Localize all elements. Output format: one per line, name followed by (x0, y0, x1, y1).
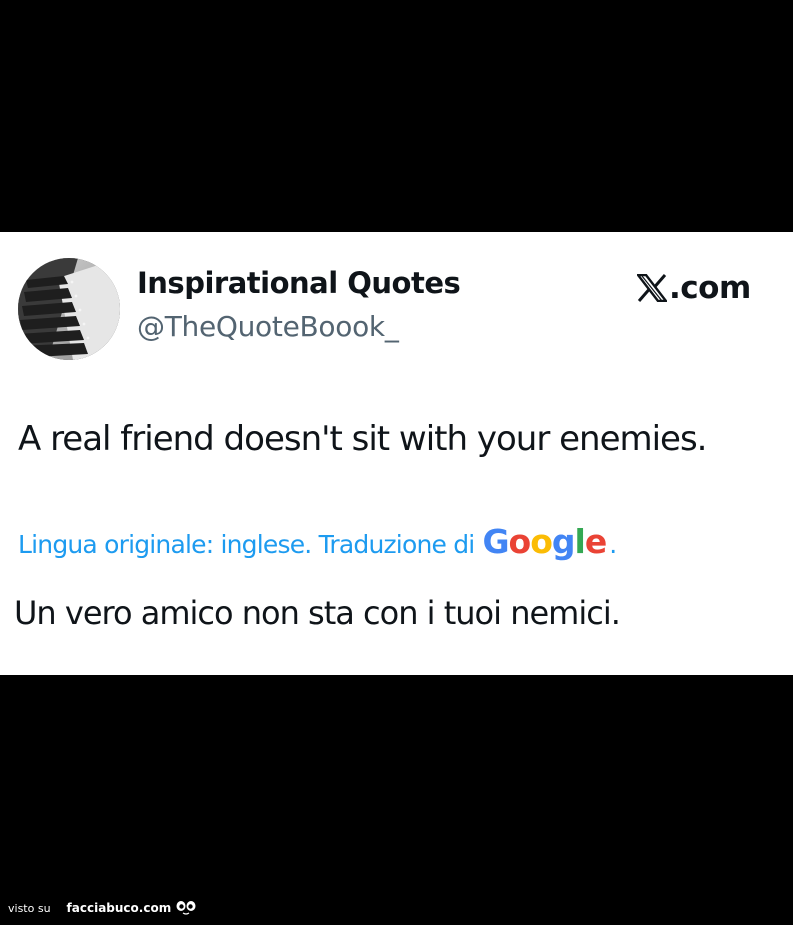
avatar-staircase-image (18, 258, 120, 360)
translated-text: Un vero amico non sta con i tuoi nemici. (14, 594, 621, 632)
author-display-name[interactable]: Inspirational Quotes (137, 266, 461, 300)
watermark-site: facciabuco.com (66, 901, 172, 915)
translation-trailing-dot: . (609, 530, 618, 559)
google-logo: Google (482, 522, 607, 561)
x-logo-icon (637, 274, 667, 302)
eyes-icon (176, 901, 196, 915)
translation-notice[interactable]: Lingua originale: inglese. Traduzione di… (18, 522, 617, 561)
tweet-text: A real friend doesn't sit with your enem… (18, 419, 707, 459)
watermark-prefix: visto su (8, 901, 51, 915)
watermark: visto su facciabuco.com (8, 900, 197, 916)
translation-label[interactable]: Lingua originale: inglese. Traduzione di (18, 530, 475, 559)
author-handle[interactable]: @TheQuoteBoook_ (137, 310, 399, 343)
tweet-card: Inspirational Quotes @TheQuoteBoook_ .co… (0, 232, 793, 675)
page: Inspirational Quotes @TheQuoteBoook_ .co… (0, 0, 793, 925)
brand-badge: .com (637, 270, 751, 306)
brand-domain-text: .com (669, 270, 751, 306)
avatar[interactable] (18, 258, 120, 360)
